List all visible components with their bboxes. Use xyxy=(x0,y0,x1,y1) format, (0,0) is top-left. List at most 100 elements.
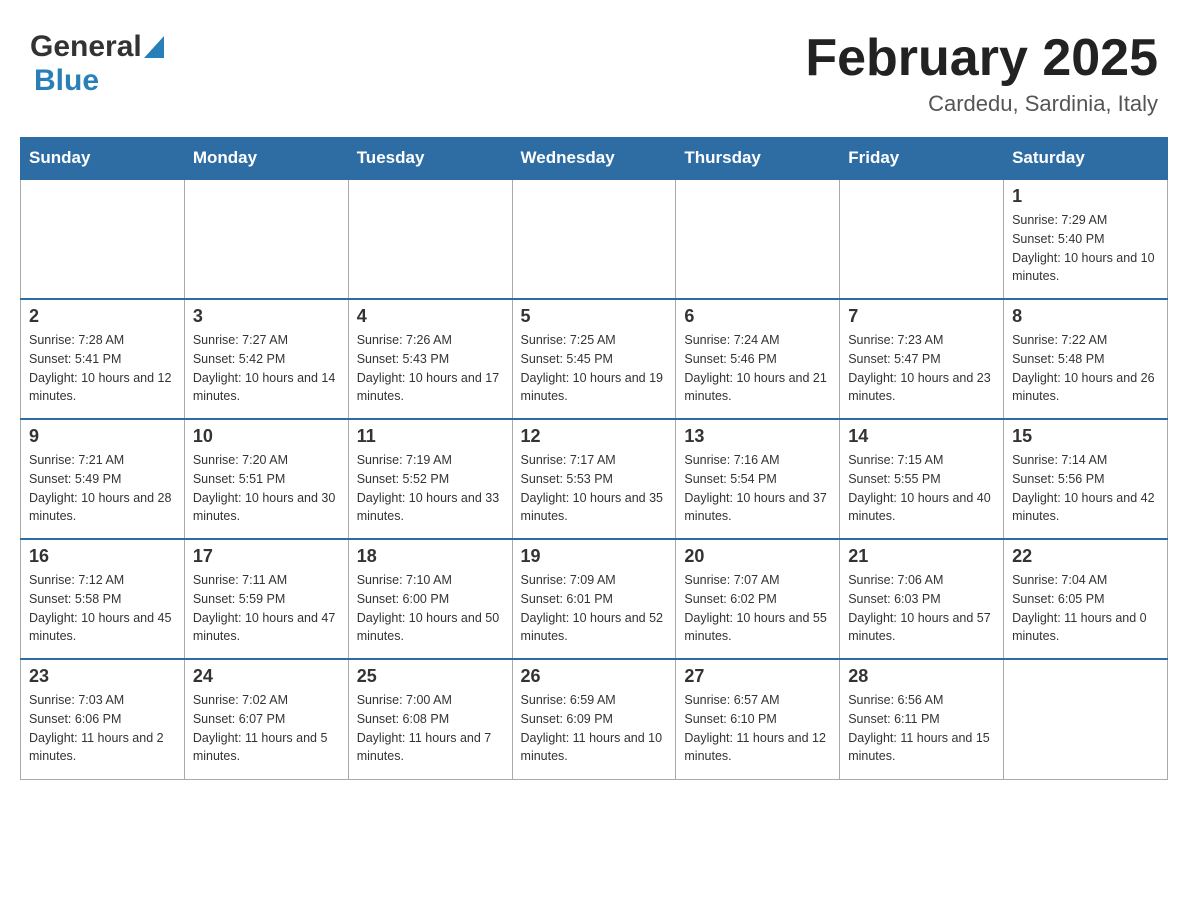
day-number: 9 xyxy=(29,426,176,447)
day-info: Sunrise: 7:22 AM Sunset: 5:48 PM Dayligh… xyxy=(1012,331,1159,406)
day-info: Sunrise: 7:14 AM Sunset: 5:56 PM Dayligh… xyxy=(1012,451,1159,526)
col-sunday: Sunday xyxy=(21,138,185,180)
table-cell xyxy=(512,179,676,299)
day-info: Sunrise: 7:15 AM Sunset: 5:55 PM Dayligh… xyxy=(848,451,995,526)
day-number: 14 xyxy=(848,426,995,447)
day-info: Sunrise: 7:21 AM Sunset: 5:49 PM Dayligh… xyxy=(29,451,176,526)
day-number: 5 xyxy=(521,306,668,327)
table-cell: 9 Sunrise: 7:21 AM Sunset: 5:49 PM Daylig… xyxy=(21,419,185,539)
table-cell: 24 Sunrise: 7:02 AM Sunset: 6:07 PM Dayli… xyxy=(184,659,348,779)
table-cell: 4 Sunrise: 7:26 AM Sunset: 5:43 PM Daylig… xyxy=(348,299,512,419)
table-cell: 25 Sunrise: 7:00 AM Sunset: 6:08 PM Dayli… xyxy=(348,659,512,779)
logo: General Blue xyxy=(30,30,164,98)
table-cell: 1 Sunrise: 7:29 AM Sunset: 5:40 PM Daylig… xyxy=(1004,179,1168,299)
day-info: Sunrise: 7:03 AM Sunset: 6:06 PM Dayligh… xyxy=(29,691,176,766)
day-info: Sunrise: 7:06 AM Sunset: 6:03 PM Dayligh… xyxy=(848,571,995,646)
logo-blue-text: Blue xyxy=(34,64,99,97)
day-number: 20 xyxy=(684,546,831,567)
day-number: 2 xyxy=(29,306,176,327)
day-number: 7 xyxy=(848,306,995,327)
table-cell xyxy=(1004,659,1168,779)
day-number: 23 xyxy=(29,666,176,687)
table-cell xyxy=(676,179,840,299)
table-cell: 16 Sunrise: 7:12 AM Sunset: 5:58 PM Dayli… xyxy=(21,539,185,659)
table-cell: 21 Sunrise: 7:06 AM Sunset: 6:03 PM Dayli… xyxy=(840,539,1004,659)
calendar-location: Cardedu, Sardinia, Italy xyxy=(805,91,1158,117)
day-number: 25 xyxy=(357,666,504,687)
table-cell: 20Sunrise: 7:07 AM Sunset: 6:02 PM Dayli… xyxy=(676,539,840,659)
day-number: 24 xyxy=(193,666,340,687)
day-info: Sunrise: 7:24 AM Sunset: 5:46 PM Dayligh… xyxy=(684,331,831,406)
table-cell: 11 Sunrise: 7:19 AM Sunset: 5:52 PM Dayli… xyxy=(348,419,512,539)
calendar-month-year: February 2025 xyxy=(805,30,1158,87)
day-info: Sunrise: 7:27 AM Sunset: 5:42 PM Dayligh… xyxy=(193,331,340,406)
day-number: 22 xyxy=(1012,546,1159,567)
col-thursday: Thursday xyxy=(676,138,840,180)
col-monday: Monday xyxy=(184,138,348,180)
table-cell: 5Sunrise: 7:25 AM Sunset: 5:45 PM Daylig… xyxy=(512,299,676,419)
table-cell: 12 Sunrise: 7:17 AM Sunset: 5:53 PM Dayli… xyxy=(512,419,676,539)
day-number: 4 xyxy=(357,306,504,327)
table-cell: 6 Sunrise: 7:24 AM Sunset: 5:46 PM Daylig… xyxy=(676,299,840,419)
page-header: General Blue February 2025 Cardedu, Sard… xyxy=(20,20,1168,117)
table-cell xyxy=(21,179,185,299)
day-number: 13 xyxy=(684,426,831,447)
table-cell: 27Sunrise: 6:57 AM Sunset: 6:10 PM Dayli… xyxy=(676,659,840,779)
day-info: Sunrise: 7:17 AM Sunset: 5:53 PM Dayligh… xyxy=(521,451,668,526)
calendar-header-row: Sunday Monday Tuesday Wednesday Thursday… xyxy=(21,138,1168,180)
day-number: 1 xyxy=(1012,186,1159,207)
day-info: Sunrise: 7:12 AM Sunset: 5:58 PM Dayligh… xyxy=(29,571,176,646)
day-info: Sunrise: 7:23 AM Sunset: 5:47 PM Dayligh… xyxy=(848,331,995,406)
day-number: 11 xyxy=(357,426,504,447)
table-cell: 3 Sunrise: 7:27 AM Sunset: 5:42 PM Daylig… xyxy=(184,299,348,419)
day-number: 10 xyxy=(193,426,340,447)
day-info: Sunrise: 7:26 AM Sunset: 5:43 PM Dayligh… xyxy=(357,331,504,406)
table-cell xyxy=(840,179,1004,299)
table-cell: 28 Sunrise: 6:56 AM Sunset: 6:11 PM Dayli… xyxy=(840,659,1004,779)
day-info: Sunrise: 7:19 AM Sunset: 5:52 PM Dayligh… xyxy=(357,451,504,526)
day-info: Sunrise: 7:04 AM Sunset: 6:05 PM Dayligh… xyxy=(1012,571,1159,646)
col-tuesday: Tuesday xyxy=(348,138,512,180)
day-number: 3 xyxy=(193,306,340,327)
table-cell: 10 Sunrise: 7:20 AM Sunset: 5:51 PM Dayli… xyxy=(184,419,348,539)
day-info: Sunrise: 6:56 AM Sunset: 6:11 PM Dayligh… xyxy=(848,691,995,766)
day-number: 21 xyxy=(848,546,995,567)
day-info: Sunrise: 7:16 AM Sunset: 5:54 PM Dayligh… xyxy=(684,451,831,526)
calendar-title-block: February 2025 Cardedu, Sardinia, Italy xyxy=(805,30,1158,117)
table-cell: 22 Sunrise: 7:04 AM Sunset: 6:05 PM Dayli… xyxy=(1004,539,1168,659)
calendar-table: Sunday Monday Tuesday Wednesday Thursday… xyxy=(20,137,1168,780)
table-cell: 15 Sunrise: 7:14 AM Sunset: 5:56 PM Dayli… xyxy=(1004,419,1168,539)
col-saturday: Saturday xyxy=(1004,138,1168,180)
day-info: Sunrise: 6:59 AM Sunset: 6:09 PM Dayligh… xyxy=(521,691,668,766)
table-cell: 23 Sunrise: 7:03 AM Sunset: 6:06 PM Dayli… xyxy=(21,659,185,779)
table-cell: 17Sunrise: 7:11 AM Sunset: 5:59 PM Dayli… xyxy=(184,539,348,659)
day-info: Sunrise: 7:20 AM Sunset: 5:51 PM Dayligh… xyxy=(193,451,340,526)
table-cell: 14 Sunrise: 7:15 AM Sunset: 5:55 PM Dayli… xyxy=(840,419,1004,539)
day-info: Sunrise: 7:09 AM Sunset: 6:01 PM Dayligh… xyxy=(521,571,668,646)
week-row-4: 16 Sunrise: 7:12 AM Sunset: 5:58 PM Dayli… xyxy=(21,539,1168,659)
day-number: 15 xyxy=(1012,426,1159,447)
day-info: Sunrise: 7:11 AM Sunset: 5:59 PM Dayligh… xyxy=(193,571,340,646)
week-row-3: 9 Sunrise: 7:21 AM Sunset: 5:49 PM Daylig… xyxy=(21,419,1168,539)
table-cell: 7 Sunrise: 7:23 AM Sunset: 5:47 PM Daylig… xyxy=(840,299,1004,419)
table-cell xyxy=(184,179,348,299)
day-number: 6 xyxy=(684,306,831,327)
day-number: 18 xyxy=(357,546,504,567)
day-info: Sunrise: 7:00 AM Sunset: 6:08 PM Dayligh… xyxy=(357,691,504,766)
table-cell: 19 Sunrise: 7:09 AM Sunset: 6:01 PM Dayli… xyxy=(512,539,676,659)
day-info: Sunrise: 7:10 AM Sunset: 6:00 PM Dayligh… xyxy=(357,571,504,646)
day-info: Sunrise: 7:02 AM Sunset: 6:07 PM Dayligh… xyxy=(193,691,340,766)
day-number: 16 xyxy=(29,546,176,567)
logo-triangle-icon xyxy=(144,36,164,63)
day-number: 19 xyxy=(521,546,668,567)
day-number: 8 xyxy=(1012,306,1159,327)
table-cell: 18 Sunrise: 7:10 AM Sunset: 6:00 PM Dayli… xyxy=(348,539,512,659)
week-row-5: 23 Sunrise: 7:03 AM Sunset: 6:06 PM Dayli… xyxy=(21,659,1168,779)
day-number: 12 xyxy=(521,426,668,447)
week-row-2: 2Sunrise: 7:28 AM Sunset: 5:41 PM Daylig… xyxy=(21,299,1168,419)
week-row-1: 1 Sunrise: 7:29 AM Sunset: 5:40 PM Daylig… xyxy=(21,179,1168,299)
col-wednesday: Wednesday xyxy=(512,138,676,180)
day-number: 26 xyxy=(521,666,668,687)
day-info: Sunrise: 7:29 AM Sunset: 5:40 PM Dayligh… xyxy=(1012,211,1159,286)
day-number: 28 xyxy=(848,666,995,687)
